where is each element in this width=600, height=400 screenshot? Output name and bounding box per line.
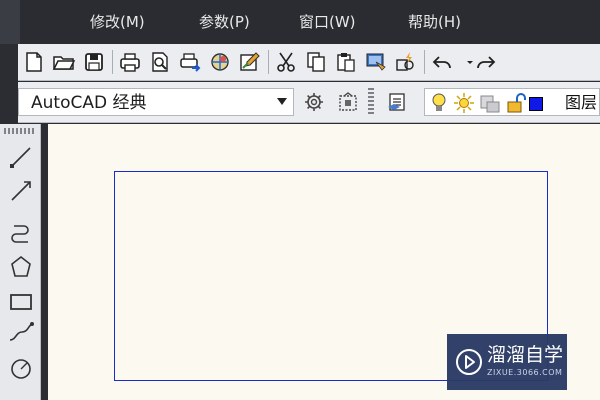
menu-parameters[interactable]: 参数(P) bbox=[199, 12, 250, 32]
layer-manager-icon[interactable] bbox=[386, 90, 410, 114]
match-properties-icon[interactable] bbox=[364, 50, 388, 74]
menu-help[interactable]: 帮助(H) bbox=[408, 12, 461, 32]
workspace-dropdown-value: AutoCAD 经典 bbox=[31, 93, 147, 113]
watermark: 溜溜自学 ZIXUE.3066.COM bbox=[447, 334, 567, 390]
3d-dwf-icon[interactable] bbox=[208, 50, 232, 74]
standard-toolbar bbox=[18, 44, 600, 81]
undo-icon[interactable] bbox=[430, 50, 454, 74]
color-swatch-icon[interactable] bbox=[529, 97, 543, 111]
paste-icon[interactable] bbox=[334, 50, 358, 74]
redo-icon[interactable] bbox=[474, 50, 498, 74]
cut-icon[interactable] bbox=[274, 50, 298, 74]
print-icon[interactable] bbox=[118, 50, 142, 74]
copy-icon[interactable] bbox=[304, 50, 328, 74]
menu-modify[interactable]: 修改(M) bbox=[90, 12, 145, 32]
unlock-icon[interactable] bbox=[505, 92, 527, 114]
draw-toolbar bbox=[0, 124, 41, 400]
sun-icon[interactable] bbox=[453, 92, 475, 114]
save-icon[interactable] bbox=[82, 50, 106, 74]
menu-window[interactable]: 窗口(W) bbox=[299, 12, 356, 32]
toolbar-separator bbox=[112, 50, 113, 74]
toolbar-grip[interactable] bbox=[4, 128, 34, 134]
rectangle-icon[interactable] bbox=[8, 288, 34, 314]
undo-dropdown-icon[interactable] bbox=[458, 50, 473, 74]
open-folder-icon[interactable] bbox=[52, 50, 76, 74]
menu-bar-ghost bbox=[0, 0, 20, 44]
line-icon[interactable] bbox=[8, 144, 34, 170]
watermark-name: 溜溜自学 bbox=[487, 344, 564, 366]
chevron-down-icon[interactable] bbox=[277, 98, 287, 105]
new-file-icon[interactable] bbox=[22, 50, 46, 74]
lightbulb-icon[interactable] bbox=[429, 92, 449, 114]
customize-icon[interactable] bbox=[336, 90, 360, 114]
circle-icon[interactable] bbox=[8, 356, 34, 382]
workspace-dropdown[interactable]: AutoCAD 经典 bbox=[18, 88, 294, 116]
construction-line-icon[interactable] bbox=[8, 178, 34, 204]
workspace-toolbar: AutoCAD 经典 图层 bbox=[18, 82, 600, 123]
workspace-settings-icon[interactable] bbox=[302, 90, 326, 114]
toolbar-grip[interactable] bbox=[368, 88, 374, 116]
print-preview-icon[interactable] bbox=[148, 50, 172, 74]
toolbar-separator bbox=[268, 50, 269, 74]
edit-icon[interactable] bbox=[238, 50, 262, 74]
spline-icon[interactable] bbox=[8, 320, 34, 346]
play-logo-icon bbox=[456, 349, 482, 375]
layer-dropdown[interactable]: 图层 bbox=[424, 88, 600, 116]
menu-bar: 修改(M) 参数(P) 窗口(W) 帮助(H) bbox=[0, 0, 600, 44]
polyline-icon[interactable] bbox=[8, 220, 34, 246]
polygon-icon[interactable] bbox=[8, 254, 34, 280]
block-editor-icon[interactable] bbox=[394, 50, 418, 74]
layer-label: 图层 bbox=[565, 93, 598, 112]
freeze-icon[interactable] bbox=[479, 92, 501, 114]
publish-icon[interactable] bbox=[178, 50, 202, 74]
toolbar-separator bbox=[424, 50, 425, 74]
watermark-url: ZIXUE.3066.COM bbox=[487, 368, 563, 377]
